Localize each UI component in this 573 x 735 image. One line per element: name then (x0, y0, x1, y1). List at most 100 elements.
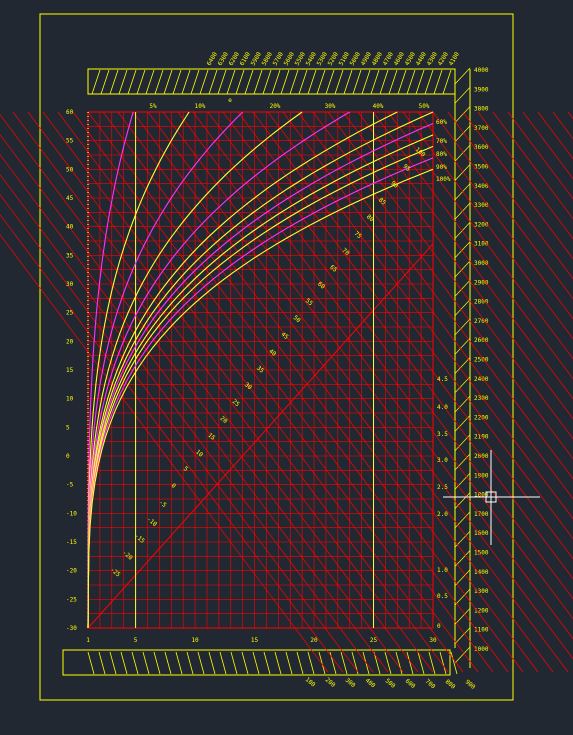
enthalpy-diagonal-line (177, 111, 573, 640)
right-outer-scale-label: 1800 (474, 492, 489, 499)
y-tick-label: -20 (66, 568, 77, 575)
humidity-curve (87, 145, 434, 629)
humidity-curve (87, 157, 434, 629)
right-outer-scale-label: 3200 (474, 221, 489, 228)
bottom-band-tick (252, 651, 260, 675)
bottom-band-tick (164, 651, 172, 675)
top-band-tick (262, 69, 272, 95)
right-band-tick (454, 67, 471, 85)
top-band-tick (289, 69, 299, 95)
bottom-band-tick (98, 651, 106, 675)
right-outer-scale-label: 3800 (474, 106, 489, 113)
y-tick-label: -5 (66, 482, 74, 489)
bottom-band-tick (109, 651, 117, 675)
bottom-band-frame (62, 649, 451, 676)
bottom-band-tick (219, 651, 227, 675)
enthalpy-label: -15 (133, 533, 146, 546)
enthalpy-label: 20 (219, 415, 229, 425)
enthalpy-diagonal-line (522, 111, 573, 180)
enthalpy-diagonal-line (327, 111, 573, 440)
right-scale-band: 4000390038003700360035003400330032003100… (454, 67, 489, 668)
enthalpy-label: 0 (170, 482, 178, 490)
right-inner-scale-label: 0 (437, 623, 441, 630)
right-outer-scale-label: 2800 (474, 299, 489, 306)
top-percent-label: 5% (149, 103, 157, 110)
bottom-diag-label: 800 (444, 678, 457, 691)
enthalpy-diagonal-line (567, 111, 573, 120)
right-band-tick (454, 125, 471, 143)
right-band-tick (454, 453, 471, 471)
enthalpy-diagonal-line (0, 154, 389, 673)
top-band-tick (352, 69, 362, 95)
bottom-band-tick (274, 651, 282, 675)
y-tick-label: 60 (66, 109, 74, 116)
right-band-tick (454, 106, 471, 123)
top-band-tick (298, 69, 308, 95)
top-band-tick (244, 69, 254, 95)
top-scale-band: 6400630062006100590058005700560055005400… (87, 51, 461, 95)
x-tick-label: 15 (251, 637, 259, 644)
bottom-band-tick (417, 651, 425, 675)
bottom-band-tick (175, 651, 183, 675)
bottom-band-tick (285, 651, 293, 675)
enthalpy-diagonal-line (132, 111, 554, 673)
top-band-tick (415, 69, 425, 95)
bottom-band-tick (197, 651, 205, 675)
right-band-tick (454, 627, 471, 644)
right-band-tick (454, 473, 471, 490)
bottom-diag-label: 200 (324, 676, 337, 689)
top-band-tick (325, 69, 335, 95)
top-percent-label: 20% (270, 103, 281, 110)
top-band-tick (397, 69, 407, 95)
right-inner-scale-label: 3.5 (437, 431, 448, 438)
right-inner-scale-label: 2.5 (437, 484, 448, 491)
bottom-diag-label: 100 (304, 676, 317, 689)
enthalpy-diagonal-line (207, 111, 573, 600)
top-band-tick (208, 69, 218, 95)
y-tick-label: 0 (66, 453, 70, 460)
top-percent-label: 50% (419, 103, 430, 110)
right-band-tick (454, 492, 471, 509)
rh-label: 90% (436, 164, 447, 171)
top-band-tick (361, 69, 371, 95)
right-outer-scale-label: 4000 (474, 67, 489, 74)
bottom-band-tick (142, 651, 150, 675)
bottom-diag-label: 500 (384, 677, 397, 690)
top-band-tick (217, 69, 227, 95)
enthalpy-label: 15 (206, 432, 216, 442)
x-tick-label: 30 (429, 637, 437, 644)
top-diag-label: 4100 (448, 51, 461, 67)
top-percent-label: 30% (325, 103, 336, 110)
x-tick-label: 10 (191, 637, 199, 644)
bottom-band-tick (230, 651, 238, 675)
enthalpy-label: 100 (414, 146, 427, 159)
psychrometric-chart-drawing[interactable]: 6400630062006100590058005700560055005400… (0, 0, 573, 735)
enthalpy-diagonal-line (477, 111, 573, 240)
enthalpy-diagonal-line (147, 111, 569, 673)
enthalpy-diagonal-line (0, 194, 359, 673)
y-tick-label: 25 (66, 310, 74, 317)
right-inner-scale-label: 4.5 (437, 376, 448, 383)
top-band-tick (91, 69, 101, 95)
y-tick-label: 10 (66, 396, 74, 403)
top-percent-label: 10% (195, 103, 206, 110)
top-band-tick (253, 69, 263, 95)
top-band-tick (136, 69, 146, 95)
right-outer-scale-label: 2100 (474, 434, 489, 441)
enthalpy-label: 25 (231, 398, 241, 408)
x-tick-label: 25 (370, 637, 378, 644)
right-band-tick (454, 260, 471, 278)
enthalpy-label: 65 (328, 264, 338, 274)
top-band-tick (388, 69, 398, 95)
top-band-tick (379, 69, 389, 95)
y-tick-label: -15 (66, 539, 77, 546)
top-band-tick (442, 69, 452, 95)
rh-label: 60% (436, 119, 447, 126)
enthalpy-label: -25 (109, 566, 122, 579)
rh-label: 80% (436, 151, 447, 158)
bottom-band-tick (120, 651, 128, 675)
y-tick-label: 50 (66, 166, 74, 173)
right-band-tick (454, 280, 471, 297)
enthalpy-label: 70 (341, 247, 351, 257)
y-tick-label: 35 (66, 252, 74, 259)
